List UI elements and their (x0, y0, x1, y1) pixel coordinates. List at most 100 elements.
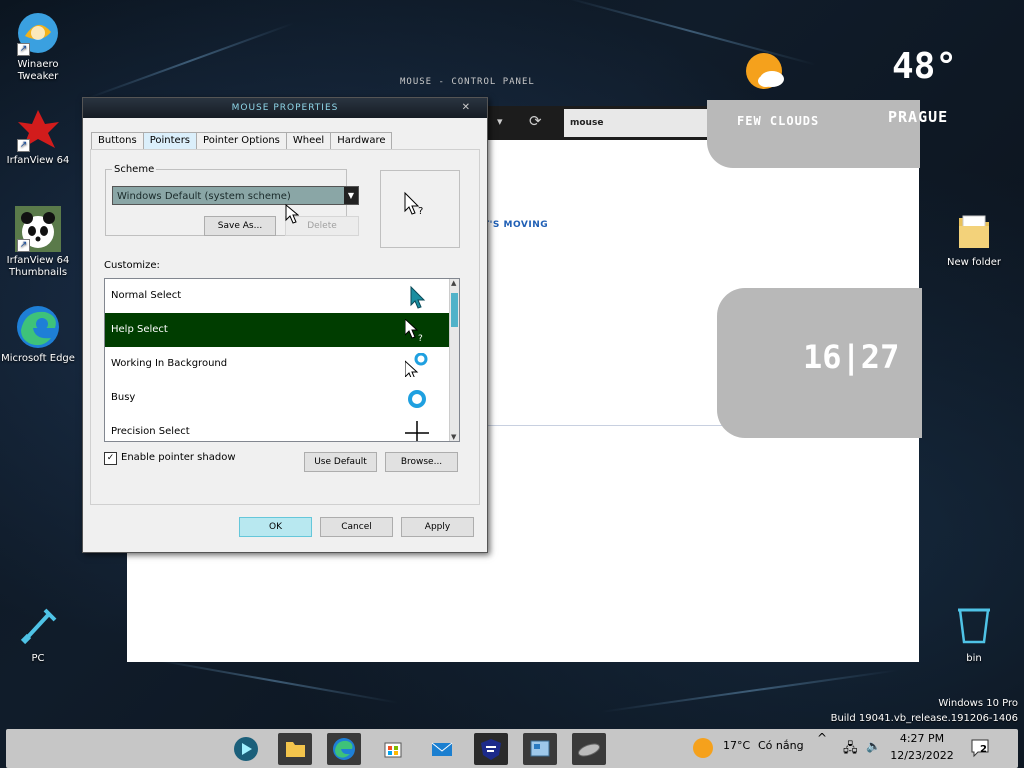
desktop-icon-label: Microsoft Edge (1, 353, 75, 364)
wallpaper-streak (86, 22, 294, 100)
busy-icon (408, 390, 426, 408)
desktop-icon-pc[interactable]: PC (0, 604, 76, 665)
tab-buttons[interactable]: Buttons (91, 132, 144, 149)
dialog-titlebar[interactable]: MOUSE PROPERTIES ✕ (83, 98, 487, 118)
use-default-button[interactable]: Use Default (304, 452, 377, 472)
taskbar-store[interactable] (376, 733, 410, 765)
wallpaper-streak (151, 658, 399, 704)
dialog-title: MOUSE PROPERTIES (231, 103, 339, 113)
moving-text: T'S MOVING (483, 220, 549, 230)
save-as-button[interactable]: Save As... (204, 216, 276, 236)
taskbar-media-player[interactable] (229, 733, 263, 765)
pointer-preview: ? (380, 170, 460, 248)
taskbar-file-explorer[interactable] (278, 733, 312, 765)
pointer-list[interactable]: Normal Select Help Select ? Working In B… (104, 278, 460, 442)
tray-weather-text[interactable]: Có nắng (758, 739, 804, 752)
taskbar-security[interactable] (474, 733, 508, 765)
working-background-icon (405, 353, 428, 377)
pointer-name: Precision Select (111, 426, 190, 437)
desktop-icon-irfanview-thumbnails[interactable]: ↗ IrfanView 64 Thumbnails (0, 206, 76, 279)
desktop-icon-label: IrfanView 64 Thumbnails (6, 255, 70, 278)
taskbar-mouse[interactable] (572, 733, 606, 765)
taskbar-mail[interactable] (425, 733, 459, 765)
tab-wheel[interactable]: Wheel (285, 132, 332, 149)
pointer-name: Working In Background (111, 358, 228, 369)
network-icon[interactable]: 🖧 (843, 739, 858, 761)
customize-label: Customize: (104, 260, 160, 271)
tab-pointer-options[interactable]: Pointer Options (196, 132, 287, 149)
refresh-icon[interactable]: ⟳ (529, 112, 542, 130)
cancel-button[interactable]: Cancel (320, 517, 393, 537)
skin-title: MOUSE - CONTROL PANEL (400, 77, 535, 87)
folder-icon (286, 742, 305, 757)
os-build: Build 19041.vb_release.191206-1406 (830, 713, 1018, 724)
os-name: Windows 10 Pro (938, 698, 1018, 709)
scheme-label: Scheme (114, 164, 155, 175)
pc-icon (15, 604, 61, 650)
desktop-icon-irfanview[interactable]: ↗ IrfanView 64 (0, 106, 76, 167)
desktop-icon-label: Winaero Tweaker (17, 59, 59, 82)
list-item[interactable]: Busy (105, 381, 459, 415)
weather-temperature: 48° (892, 46, 958, 87)
edge-icon (15, 304, 61, 350)
notification-icon[interactable]: 2 (970, 738, 992, 758)
desktop-icon-label: PC (31, 653, 45, 664)
edge-icon (333, 738, 355, 760)
scroll-up-icon[interactable]: ▲ (451, 279, 456, 287)
list-item[interactable]: Precision Select (105, 415, 459, 441)
pointer-name: Help Select (111, 324, 168, 335)
pointer-shadow-label: Enable pointer shadow (121, 452, 236, 463)
scrollbar-thumb[interactable] (451, 293, 458, 327)
tab-pointers[interactable]: Pointers (142, 132, 198, 149)
store-icon (384, 742, 402, 758)
weather-sun-icon[interactable] (693, 738, 713, 758)
desktop-icon-label: New folder (946, 257, 1002, 268)
taskbar-control-panel[interactable] (523, 733, 557, 765)
weather-sun-icon (744, 51, 788, 95)
mouse-cursor-icon (285, 204, 299, 224)
mouse-icon (578, 743, 600, 757)
pointer-name: Normal Select (111, 290, 182, 301)
weather-city: PRAGUE (888, 108, 949, 126)
tray-date[interactable]: 12/23/2022 (889, 749, 955, 762)
apply-button[interactable]: Apply (401, 517, 474, 537)
desktop-icon-new-folder[interactable]: New folder (936, 208, 1012, 269)
list-item[interactable]: Working In Background (105, 347, 459, 381)
desktop-icon-edge[interactable]: Microsoft Edge (0, 304, 76, 365)
ok-button[interactable]: OK (239, 517, 312, 537)
control-panel-icon (530, 740, 550, 757)
precision-select-icon (405, 421, 429, 441)
chevron-up-icon[interactable]: ^ (817, 731, 827, 745)
irfanview-icon: ↗ (15, 106, 61, 152)
desktop-icon-bin[interactable]: bin (936, 604, 1012, 665)
browse-button[interactable]: Browse... (385, 452, 458, 472)
desktop-icon-label: IrfanView 64 (6, 155, 70, 166)
close-icon[interactable]: ✕ (462, 98, 471, 118)
shield-icon (481, 739, 501, 760)
scroll-down-icon[interactable]: ▼ (451, 433, 456, 441)
volume-icon[interactable]: 🔈 (866, 739, 881, 753)
taskbar-edge[interactable] (327, 733, 361, 765)
pointer-shadow-checkbox[interactable]: ✓ (104, 452, 117, 465)
tray-temperature[interactable]: 17°C (723, 739, 750, 752)
scheme-value: Windows Default (system scheme) (117, 191, 291, 202)
list-item[interactable]: Normal Select (105, 279, 459, 313)
list-item-selected[interactable]: Help Select ? (105, 313, 459, 347)
tray-time[interactable]: 4:27 PM (897, 732, 947, 745)
tab-bar: Buttons Pointers Pointer Options Wheel H… (91, 132, 393, 149)
chevron-down-icon[interactable]: ▾ (497, 115, 503, 128)
list-scrollbar[interactable]: ▲ ▼ (449, 279, 459, 441)
mail-icon (431, 742, 453, 756)
wallpaper-streak (601, 669, 899, 713)
notification-count: 2 (980, 744, 987, 755)
scheme-dropdown[interactable]: Windows Default (system scheme) ▼ (112, 186, 359, 205)
weather-condition: FEW CLOUDS (737, 114, 820, 128)
clock-time: 16|27 (803, 338, 900, 376)
desktop-icon-winaero[interactable]: ↗ Winaero Tweaker (0, 10, 76, 83)
svg-text:?: ? (418, 206, 423, 217)
search-input[interactable]: mouse (564, 109, 710, 137)
dropdown-arrow-icon[interactable]: ▼ (344, 187, 358, 204)
tab-hardware[interactable]: Hardware (330, 132, 393, 149)
svg-text:?: ? (418, 334, 423, 343)
help-select-icon: ? (405, 319, 423, 343)
